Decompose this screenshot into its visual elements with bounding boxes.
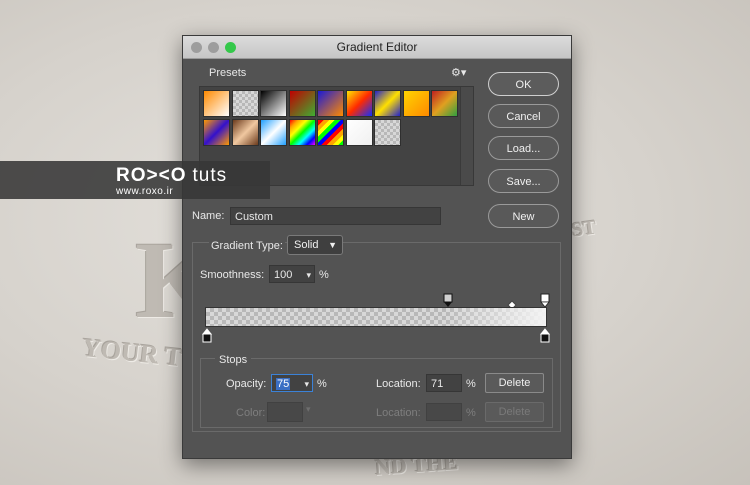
gear-icon[interactable]: ⚙▾ bbox=[451, 66, 466, 79]
name-field[interactable]: Custom bbox=[230, 207, 441, 225]
preset-swatch[interactable] bbox=[203, 90, 230, 117]
delete-color-stop-button[interactable]: Delete bbox=[485, 402, 544, 422]
smoothness-label: Smoothness: bbox=[200, 269, 265, 281]
dialog-title: Gradient Editor bbox=[336, 40, 418, 54]
preset-swatch[interactable] bbox=[288, 90, 316, 117]
preset-swatch[interactable] bbox=[317, 118, 344, 146]
preset-swatch[interactable] bbox=[345, 118, 373, 146]
load-button[interactable]: Load... bbox=[488, 136, 559, 160]
location-unit-bottom: % bbox=[466, 407, 476, 419]
preset-swatch[interactable] bbox=[374, 118, 401, 146]
location-label-top: Location: bbox=[376, 378, 421, 390]
cancel-button[interactable]: Cancel bbox=[488, 104, 559, 128]
color-swatch-field[interactable] bbox=[267, 402, 303, 422]
name-label: Name: bbox=[192, 210, 225, 222]
chevron-down-icon[interactable]: ▾ bbox=[306, 266, 311, 284]
smoothness-value: 100 bbox=[274, 269, 293, 281]
opacity-value: 75 bbox=[276, 378, 291, 390]
chevron-down-icon: ▼ bbox=[328, 240, 337, 250]
location-label-bottom: Location: bbox=[376, 407, 421, 419]
gradient-type-select[interactable]: Solid ▼ bbox=[287, 235, 343, 255]
opacity-field[interactable]: 75 ▾ bbox=[271, 374, 313, 392]
opacity-label: Opacity: bbox=[226, 378, 267, 390]
preset-swatch[interactable] bbox=[260, 90, 287, 117]
watermark-tuts: tuts bbox=[192, 165, 228, 186]
gradient-editor-dialog: Gradient Editor Presets ⚙▾ OK Cancel Loa… bbox=[182, 35, 572, 459]
chevron-down-icon: ▾ bbox=[306, 404, 311, 414]
preset-swatch[interactable] bbox=[374, 90, 401, 117]
watermark-url: www.roxo.ir bbox=[116, 186, 174, 197]
background-text-right: ST bbox=[570, 216, 598, 242]
preset-swatch[interactable] bbox=[317, 90, 344, 117]
preset-swatch[interactable] bbox=[345, 90, 373, 117]
presets-scrollbar[interactable] bbox=[460, 87, 473, 185]
color-stop-start[interactable] bbox=[201, 328, 213, 346]
midpoint-diamond-icon[interactable] bbox=[507, 297, 517, 310]
gradient-preview-bar[interactable] bbox=[205, 307, 547, 327]
color-label: Color: bbox=[236, 407, 266, 419]
delete-opacity-stop-button[interactable]: Delete bbox=[485, 373, 544, 393]
preset-swatch[interactable] bbox=[231, 90, 259, 117]
save-button[interactable]: Save... bbox=[488, 169, 559, 193]
preset-swatch[interactable] bbox=[288, 118, 316, 146]
preset-swatch[interactable] bbox=[260, 118, 287, 146]
preset-swatch[interactable] bbox=[431, 90, 458, 117]
stops-label: Stops bbox=[215, 354, 252, 366]
chevron-down-icon[interactable]: ▾ bbox=[304, 375, 309, 393]
location-field-bottom[interactable] bbox=[426, 403, 462, 421]
gradient-type-value: Solid bbox=[294, 239, 319, 251]
ok-button[interactable]: OK bbox=[488, 72, 559, 96]
preset-swatch[interactable] bbox=[203, 118, 230, 146]
preset-swatch[interactable] bbox=[402, 90, 430, 117]
color-stop-end[interactable] bbox=[539, 328, 551, 346]
presets-label: Presets bbox=[209, 67, 247, 79]
gradient-type-label: Gradient Type: bbox=[209, 240, 285, 252]
watermark-logo: RO><O tuts bbox=[116, 165, 227, 187]
opacity-unit: % bbox=[317, 378, 327, 390]
smoothness-unit: % bbox=[319, 269, 329, 281]
new-button[interactable]: New bbox=[488, 204, 559, 228]
watermark-logo-text: RO><O bbox=[116, 165, 187, 186]
preset-swatch[interactable] bbox=[231, 118, 259, 146]
watermark-banner: RO><O tuts www.roxo.ir bbox=[0, 161, 270, 199]
location-unit-top: % bbox=[466, 378, 476, 390]
smoothness-field[interactable]: 100 ▾ bbox=[269, 265, 315, 283]
location-field-top[interactable]: 71 bbox=[426, 374, 462, 392]
title-bar[interactable]: Gradient Editor bbox=[183, 36, 571, 59]
